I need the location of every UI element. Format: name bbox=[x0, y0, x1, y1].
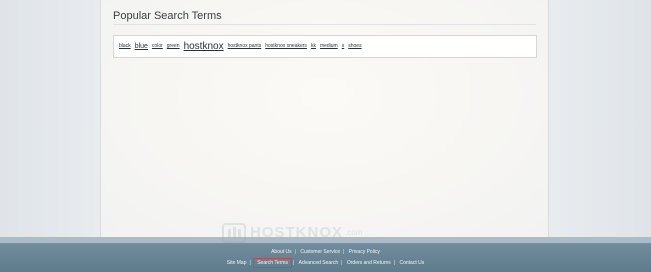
footer-link-orders-and-returns[interactable]: Orders and Returns bbox=[345, 260, 393, 266]
footer-links-row-1: About Us | Customer Service | Privacy Poli… bbox=[0, 249, 651, 255]
footer-link-customer-service[interactable]: Customer Service bbox=[298, 249, 342, 255]
search-term-link[interactable]: hostknox sneakers bbox=[265, 44, 307, 49]
search-term-link[interactable]: blue bbox=[135, 43, 148, 50]
footer-separator: | bbox=[249, 260, 251, 266]
watermark-suffix: .com bbox=[345, 227, 363, 237]
search-term-link[interactable]: hostknox bbox=[184, 41, 224, 52]
search-term-link[interactable]: shoes bbox=[348, 44, 361, 49]
search-terms-cloud: black blue color green hostknox hostknox… bbox=[113, 35, 537, 58]
footer-link-site-map[interactable]: Site Map bbox=[225, 260, 249, 266]
search-term-link[interactable]: black bbox=[119, 44, 131, 49]
footer-separator: | bbox=[292, 260, 295, 266]
search-term-link[interactable]: hostknox pants bbox=[228, 44, 262, 49]
footer-link-search-terms[interactable]: Search Terms bbox=[253, 258, 292, 268]
footer-links-row-2: Site Map | Search Terms | Advanced Search |… bbox=[0, 258, 651, 268]
footer-link-contact-us[interactable]: Contact Us bbox=[397, 260, 426, 266]
footer-link-about-us[interactable]: About Us bbox=[269, 249, 294, 255]
search-term-link[interactable]: color bbox=[152, 44, 163, 49]
footer-separator: | bbox=[341, 260, 343, 266]
main-content: Popular Search Terms black blue color gr… bbox=[100, 0, 549, 237]
footer-link-advanced-search[interactable]: Advanced Search bbox=[297, 260, 340, 266]
search-term-link[interactable]: medium bbox=[320, 44, 338, 49]
footer-link-privacy-policy[interactable]: Privacy Policy bbox=[347, 249, 382, 255]
search-term-link[interactable]: kk bbox=[311, 44, 316, 49]
page-title: Popular Search Terms bbox=[113, 10, 222, 22]
footer-separator: | bbox=[393, 260, 396, 266]
search-term-link[interactable]: green bbox=[167, 44, 180, 49]
footer-separator: | bbox=[294, 249, 296, 255]
title-divider bbox=[113, 24, 536, 25]
footer-separator: | bbox=[343, 249, 345, 255]
hostknox-logo-icon bbox=[222, 223, 246, 243]
search-term-link[interactable]: s bbox=[342, 44, 345, 49]
watermark-text: HOSTKNOX bbox=[250, 223, 344, 241]
hostknox-watermark: HOSTKNOX .com bbox=[222, 219, 362, 245]
